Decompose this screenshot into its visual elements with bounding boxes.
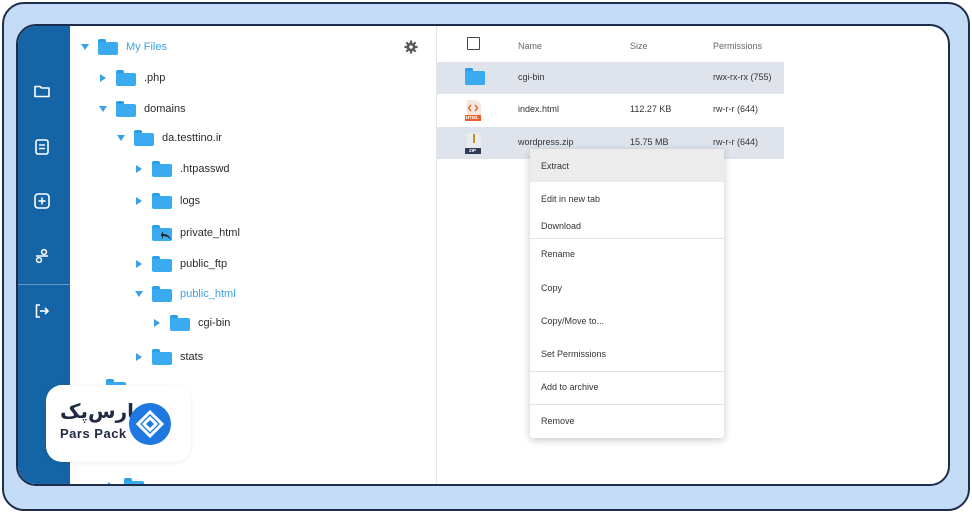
- file-list-header: Name Size Permissions: [437, 26, 784, 62]
- folder-icon: [134, 130, 154, 146]
- folder-icon: [465, 68, 485, 88]
- caret-down-icon[interactable]: [116, 133, 126, 143]
- context-menu: Extract Edit in new tab Download Rename …: [530, 149, 724, 438]
- settings-gear-icon[interactable]: [404, 40, 418, 54]
- tree-item-php[interactable]: .php: [98, 67, 165, 89]
- tree-item-label: .htpasswd: [180, 163, 230, 175]
- file-permissions: rw-r-r (644): [713, 104, 758, 114]
- column-name-header[interactable]: Name: [518, 41, 542, 51]
- tree-item-public-ftp[interactable]: public_ftp: [134, 253, 227, 275]
- menu-item-rename[interactable]: Rename: [530, 239, 724, 269]
- tree-item-label: domains: [144, 103, 186, 115]
- file-name: cgi-bin: [518, 72, 545, 82]
- tree-item-da-testtino[interactable]: da.testtino.ir: [116, 127, 222, 149]
- caret-right-icon[interactable]: [106, 481, 116, 484]
- tree-item-label: public_html: [180, 288, 236, 300]
- folder-icon: [124, 478, 144, 484]
- caret-right-icon[interactable]: [134, 196, 144, 206]
- menu-item-extract[interactable]: Extract: [530, 149, 724, 182]
- tree-item-label: cgi-bin: [198, 317, 231, 329]
- file-permissions: rw-r-r (644): [713, 137, 758, 147]
- file-badge: ZIP: [469, 148, 477, 153]
- logo-diamond-icon: [129, 403, 171, 445]
- tree-item-label: stats: [180, 351, 204, 363]
- caret-right-icon[interactable]: [98, 73, 108, 83]
- folder-icon: [152, 161, 172, 177]
- folder-icon: [152, 286, 172, 302]
- menu-item-download[interactable]: Download: [530, 211, 724, 241]
- logo-english-text: Pars Pack: [60, 426, 127, 441]
- sidebar-divider: [18, 284, 70, 285]
- tree-item-htpasswd[interactable]: .htpasswd: [134, 158, 230, 180]
- file-size: 15.75 MB: [630, 137, 669, 147]
- folder-shortcut-icon: [152, 225, 172, 241]
- caret-right-icon[interactable]: [134, 352, 144, 362]
- tree-item-cutoff[interactable]: [106, 475, 152, 484]
- html-file-icon: HTML: [465, 100, 485, 121]
- tree-item-cgi-bin[interactable]: cgi-bin: [152, 312, 230, 334]
- file-badge: HTML: [466, 115, 479, 120]
- file-name: index.html: [518, 104, 560, 114]
- folder-icon: [98, 39, 118, 55]
- menu-item-edit-in-new-tab[interactable]: Edit in new tab: [530, 184, 724, 214]
- file-name: wordpress.zip: [518, 137, 574, 147]
- file-size: 112.27 KB: [630, 104, 672, 114]
- select-all-checkbox[interactable]: [467, 37, 480, 50]
- tree-item-label: public_ftp: [180, 258, 228, 270]
- menu-item-copy[interactable]: Copy: [530, 273, 724, 303]
- menu-item-remove[interactable]: Remove: [530, 406, 724, 436]
- menu-item-add-to-archive[interactable]: Add to archive: [530, 372, 724, 402]
- tree-item-logs[interactable]: logs: [134, 190, 200, 212]
- tree-item-my-files[interactable]: My Files: [80, 36, 167, 58]
- file-row[interactable]: cgi-bin rwx-rx-rx (755): [437, 62, 784, 94]
- folder-icon: [152, 256, 172, 272]
- column-size-header[interactable]: Size: [630, 41, 648, 51]
- menu-separator: [530, 404, 724, 405]
- logout-icon[interactable]: [31, 300, 53, 322]
- folder-icon: [152, 193, 172, 209]
- caret-down-icon[interactable]: [98, 104, 108, 114]
- tree-item-public-html[interactable]: public_html: [134, 283, 236, 305]
- tree-item-label: logs: [180, 195, 201, 207]
- tree-item-label: da.testtino.ir: [162, 132, 222, 144]
- add-icon[interactable]: [31, 190, 53, 212]
- caret-right-icon[interactable]: [134, 164, 144, 174]
- menu-item-copy-move[interactable]: Copy/Move to...: [530, 306, 724, 336]
- pars-pack-logo: پارس‌پک Pars Pack: [46, 385, 191, 462]
- folder-icon: [152, 349, 172, 365]
- tree-item-private-html[interactable]: private_html: [152, 222, 240, 244]
- zip-file-icon: ZIP: [465, 133, 485, 154]
- document-icon[interactable]: [31, 136, 53, 158]
- folder-icon: [116, 70, 136, 86]
- tree-item-stats[interactable]: stats: [134, 346, 203, 368]
- file-permissions: rwx-rx-rx (755): [713, 72, 772, 82]
- caret-right-icon[interactable]: [152, 318, 162, 328]
- connection-icon[interactable]: [31, 245, 53, 267]
- folder-icon: [116, 101, 136, 117]
- column-permissions-header[interactable]: Permissions: [713, 41, 762, 51]
- tree-item-label: private_html: [180, 227, 240, 239]
- folder-icon: [170, 315, 190, 331]
- tree-item-label: .php: [144, 72, 166, 84]
- caret-right-icon[interactable]: [134, 259, 144, 269]
- caret-down-icon[interactable]: [134, 289, 144, 299]
- folder-icon[interactable]: [31, 80, 53, 102]
- tree-item-label: My Files: [126, 41, 167, 53]
- menu-item-set-permissions[interactable]: Set Permissions: [530, 339, 724, 369]
- caret-down-icon[interactable]: [80, 42, 90, 52]
- file-row[interactable]: HTML index.html 112.27 KB rw-r-r (644): [437, 94, 784, 126]
- tree-item-domains[interactable]: domains: [98, 98, 186, 120]
